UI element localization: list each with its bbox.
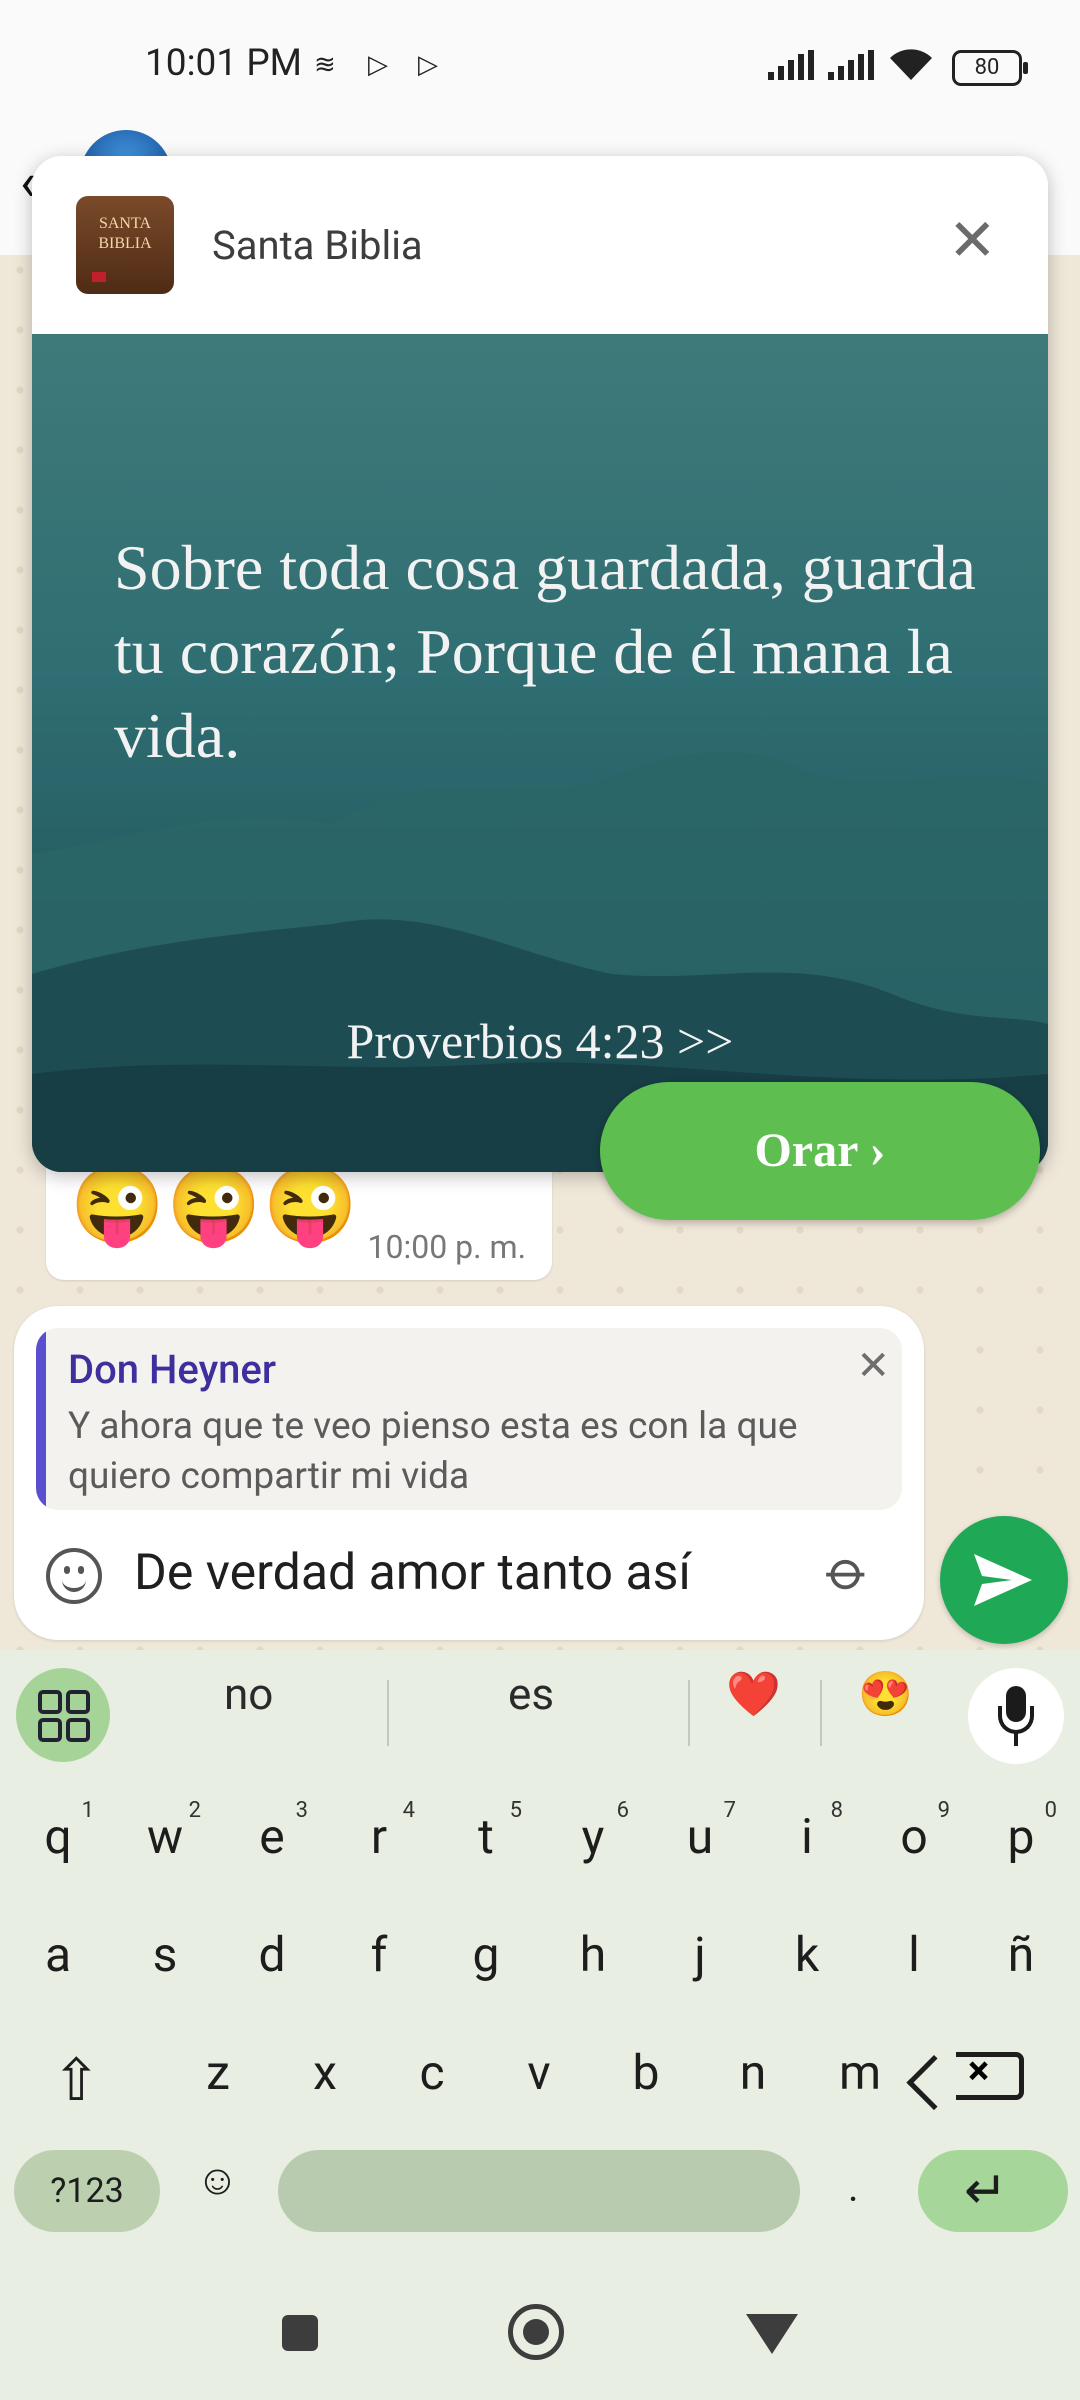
key[interactable]: v	[499, 2044, 579, 2101]
reply-text: Y ahora que te veo pienso esta es con la…	[68, 1405, 798, 1498]
key[interactable]: s	[125, 1926, 205, 1983]
suggestion-1[interactable]: no	[224, 1668, 273, 1720]
signal-icon	[828, 50, 874, 80]
key[interactable]: b	[606, 2044, 686, 2101]
backspace-icon[interactable]: ×	[956, 2047, 1024, 2100]
key[interactable]: h	[553, 1926, 633, 1983]
key[interactable]: i8	[767, 1798, 847, 1865]
key[interactable]: g	[446, 1926, 526, 1983]
close-icon[interactable]: ✕	[948, 212, 997, 270]
popup-title: Santa Biblia	[212, 222, 423, 269]
message-time: 10:00 p. m.	[367, 1228, 526, 1266]
key[interactable]: w2	[125, 1798, 205, 1865]
key[interactable]: z	[178, 2044, 258, 2101]
apps-grid-icon[interactable]	[16, 1668, 110, 1762]
play-icon: ▷	[368, 50, 388, 80]
suggestion-divider	[387, 1680, 389, 1746]
key[interactable]: q1	[18, 1798, 98, 1865]
emoji-icon[interactable]: ☺	[196, 2156, 239, 2205]
verse-text: Sobre toda cosa guardada, guarda tu cora…	[114, 532, 976, 771]
send-button[interactable]	[940, 1516, 1068, 1644]
home-icon[interactable]	[508, 2304, 564, 2360]
key[interactable]: j	[660, 1926, 740, 1983]
status-bar: 10:01 PM ≋ ▷ ▷ 80	[0, 0, 1080, 130]
wifi-icon	[890, 49, 932, 80]
emoji-icon[interactable]	[46, 1548, 102, 1604]
key[interactable]: e3	[232, 1798, 312, 1865]
suggestion-divider	[688, 1680, 690, 1746]
status-time: 10:01 PM	[145, 42, 302, 85]
key[interactable]: p0	[981, 1798, 1061, 1865]
key[interactable]: k	[767, 1926, 847, 1983]
key[interactable]: l	[874, 1926, 954, 1983]
key[interactable]: f	[339, 1926, 419, 1983]
bible-verse-popup[interactable]: SANTA BIBLIA Santa Biblia ✕ Sobre toda c…	[32, 156, 1048, 1172]
reply-author: Don Heyner	[68, 1346, 276, 1393]
reply-preview[interactable]: Don Heyner Y ahora que te veo pienso est…	[36, 1328, 902, 1510]
battery-indicator: 80	[952, 50, 1028, 86]
suggestion-2[interactable]: es	[508, 1668, 554, 1720]
key[interactable]: ñ	[981, 1926, 1061, 1983]
shift-icon[interactable]: ⇧	[52, 2046, 101, 2115]
verse-reference[interactable]: Proverbios 4:23 >>	[32, 1012, 1048, 1070]
key[interactable]: a	[18, 1926, 98, 1983]
message-input[interactable]: De verdad amor tanto así	[134, 1544, 691, 1602]
key[interactable]: x	[285, 2044, 365, 2101]
enter-icon: ↵	[964, 2160, 1008, 2221]
microphone-icon[interactable]	[968, 1668, 1064, 1764]
key[interactable]: t5	[446, 1798, 526, 1865]
key[interactable]: d	[232, 1926, 312, 1983]
send-icon	[974, 1554, 1032, 1606]
suggestion-divider	[820, 1680, 822, 1746]
signal-icon	[768, 50, 814, 80]
pray-button[interactable]: Orar ›	[600, 1082, 1040, 1220]
close-icon[interactable]: ✕	[856, 1342, 890, 1389]
suggestion-4[interactable]: 😍	[858, 1668, 913, 1720]
key[interactable]: c	[392, 2044, 472, 2101]
suggestion-3[interactable]: ❤️	[726, 1668, 781, 1720]
key[interactable]: y6	[553, 1798, 633, 1865]
message-composer: Don Heyner Y ahora que te veo pienso est…	[14, 1306, 924, 1640]
period-key[interactable]: .	[848, 2164, 859, 2211]
key[interactable]: o9	[874, 1798, 954, 1865]
key[interactable]: u7	[660, 1798, 740, 1865]
key[interactable]: r4	[339, 1798, 419, 1865]
bible-icon-text: SANTA BIBLIA	[98, 215, 152, 252]
space-bar[interactable]	[278, 2150, 800, 2232]
message-text: 😜😜😜	[70, 1160, 360, 1250]
attach-icon[interactable]: ⌀	[814, 1536, 885, 1607]
symbols-key[interactable]: ?123	[14, 2150, 160, 2232]
bible-app-icon: SANTA BIBLIA	[76, 196, 174, 294]
key[interactable]: n	[713, 2044, 793, 2101]
back-icon[interactable]	[746, 2314, 798, 2354]
popup-header: SANTA BIBLIA Santa Biblia ✕	[32, 156, 1048, 334]
recents-icon[interactable]	[282, 2315, 318, 2351]
enter-key[interactable]: ↵	[918, 2150, 1068, 2232]
key[interactable]: m	[820, 2044, 900, 2101]
play-icon: ▷	[418, 50, 438, 80]
reply-accent-bar	[36, 1328, 46, 1510]
stack-icon: ≋	[314, 50, 336, 80]
